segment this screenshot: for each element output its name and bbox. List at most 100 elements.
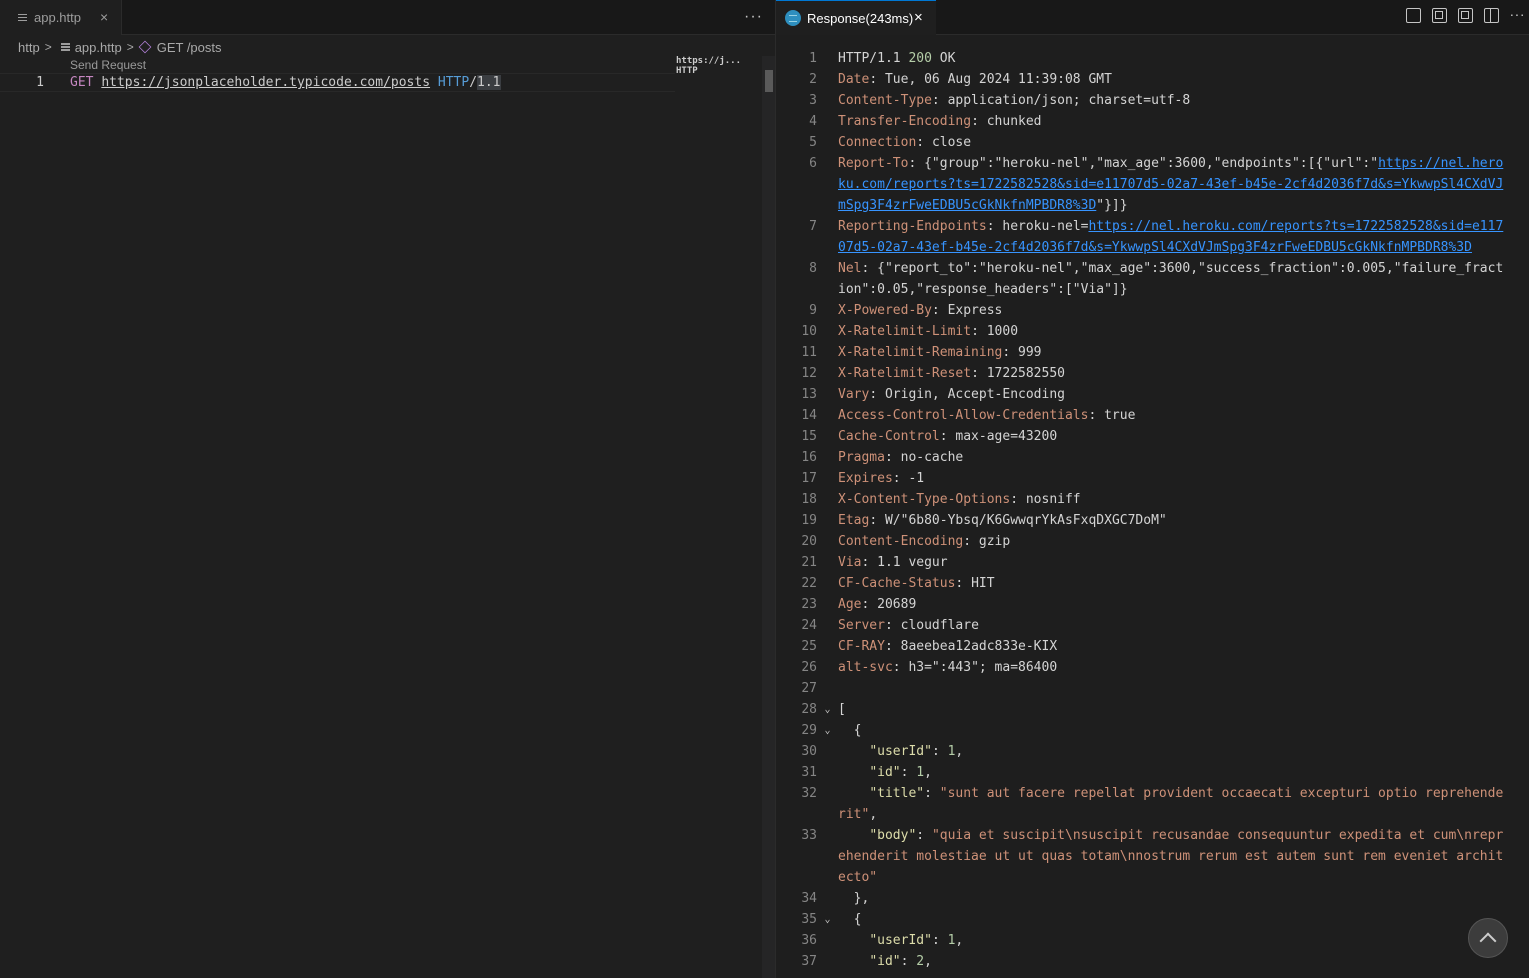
json-punct: { bbox=[838, 912, 862, 927]
gutter bbox=[817, 258, 838, 300]
header-name: X-Ratelimit-Reset bbox=[838, 366, 972, 381]
vertical-scrollbar[interactable] bbox=[762, 56, 775, 978]
json-string: "quia et suscipit\nsuscipit recusandae c… bbox=[838, 828, 1504, 885]
close-icon[interactable]: × bbox=[100, 9, 108, 25]
response-line: 24 Server: cloudflare bbox=[776, 615, 1529, 636]
request-line[interactable]: GET https://jsonplaceholder.typicode.com… bbox=[70, 75, 501, 90]
header-value: application/json; charset=utf-8 bbox=[947, 93, 1191, 108]
status-code: 200 bbox=[908, 51, 932, 66]
line-number: 14 bbox=[801, 408, 817, 423]
line-content: Pragma: no-cache bbox=[838, 447, 1508, 468]
fold-chevron-icon[interactable]: ⌄ bbox=[817, 909, 838, 930]
header-value: nosniff bbox=[1025, 492, 1081, 507]
gutter bbox=[817, 447, 838, 468]
header-colon: : bbox=[861, 261, 878, 276]
preview-icon[interactable] bbox=[1431, 8, 1447, 23]
fold-chevron-icon[interactable]: ⌄ bbox=[817, 699, 838, 720]
line-content: "title": "sunt aut facere repellat provi… bbox=[838, 783, 1508, 825]
line-number: 34 bbox=[801, 891, 817, 906]
tab-response[interactable]: Response(243ms) × bbox=[776, 0, 936, 35]
editor-line[interactable]: 1 GET https://jsonplaceholder.typicode.c… bbox=[0, 73, 675, 92]
header-value: -1 bbox=[908, 471, 925, 486]
more-actions-icon[interactable]: ··· bbox=[744, 8, 763, 26]
status-protocol: HTTP/1.1 bbox=[838, 51, 909, 66]
line-number: 36 bbox=[801, 933, 817, 948]
response-body[interactable]: 1 HTTP/1.1 200 OK 2 Date: Tue, 06 Aug 2024 … bbox=[776, 48, 1529, 972]
response-line: 35 ⌄ { bbox=[776, 909, 1529, 930]
breadcrumb-symbol[interactable]: GET /posts bbox=[157, 40, 222, 55]
line-content: Server: cloudflare bbox=[838, 615, 1508, 636]
line-content: }, bbox=[838, 888, 1508, 909]
close-icon[interactable]: × bbox=[914, 9, 923, 26]
breadcrumb-folder[interactable]: http bbox=[18, 40, 40, 55]
json-comma: , bbox=[869, 807, 878, 822]
line-content: Etag: W/"6b80-Ybsq/K6GwwqrYkAsFxqDXGC7Do… bbox=[838, 510, 1508, 531]
line-number: 20 bbox=[801, 534, 817, 549]
header-colon: : bbox=[931, 303, 948, 318]
line-number: 24 bbox=[801, 618, 817, 633]
response-line: 22 CF-Cache-Status: HIT bbox=[776, 573, 1529, 594]
response-line: 20 Content-Encoding: gzip bbox=[776, 531, 1529, 552]
breadcrumb: http > app.http > GET /posts bbox=[18, 38, 222, 56]
breadcrumb-file[interactable]: app.http bbox=[75, 40, 122, 55]
response-line: 37 "id": 2, bbox=[776, 951, 1529, 972]
scrollbar-thumb[interactable] bbox=[765, 70, 773, 92]
scroll-to-top-button[interactable] bbox=[1468, 918, 1508, 958]
save-icon[interactable] bbox=[1405, 8, 1421, 23]
line-content: Expires: -1 bbox=[838, 468, 1508, 489]
line-content: alt-svc: h3=":443"; ma=86400 bbox=[838, 657, 1508, 678]
more-icon[interactable]: ··· bbox=[1510, 7, 1526, 23]
copy-icon[interactable] bbox=[1457, 8, 1473, 23]
line-content: Transfer-Encoding: chunked bbox=[838, 111, 1508, 132]
header-colon: : bbox=[908, 156, 925, 171]
response-line: 25 CF-RAY: 8aeebea12adc833e-KIX bbox=[776, 636, 1529, 657]
symbol-cube-icon bbox=[138, 40, 152, 54]
line-content: Nel: {"report_to":"heroku-nel","max_age"… bbox=[838, 258, 1508, 300]
response-line: 16 Pragma: no-cache bbox=[776, 447, 1529, 468]
header-colon: : bbox=[955, 576, 972, 591]
line-number: 1 bbox=[36, 75, 44, 90]
gutter bbox=[817, 69, 838, 90]
fold-chevron-icon[interactable]: ⌄ bbox=[817, 720, 838, 741]
header-value: {"report_to":"heroku-nel","max_age":3600… bbox=[838, 261, 1504, 297]
line-number: 32 bbox=[801, 786, 817, 801]
json-number: 1 bbox=[916, 765, 925, 780]
header-name: X-Powered-By bbox=[838, 303, 932, 318]
header-value: cloudflare bbox=[900, 618, 979, 633]
line-number: 35 bbox=[801, 912, 817, 927]
header-colon: : bbox=[884, 618, 901, 633]
send-request-codelens[interactable]: Send Request bbox=[70, 58, 146, 72]
header-name: Etag bbox=[838, 513, 870, 528]
response-line: 6 Report-To: {"group":"heroku-nel","max_a… bbox=[776, 153, 1529, 216]
line-number: 18 bbox=[801, 492, 817, 507]
response-line: 1 HTTP/1.1 200 OK bbox=[776, 48, 1529, 69]
header-name: Report-To bbox=[838, 156, 909, 171]
header-name: X-Content-Type-Options bbox=[838, 492, 1011, 507]
split-editor-icon[interactable] bbox=[1483, 8, 1499, 23]
header-name: Nel bbox=[838, 261, 862, 276]
json-key: "userId" bbox=[869, 933, 932, 948]
line-content: Date: Tue, 06 Aug 2024 11:39:08 GMT bbox=[838, 69, 1508, 90]
line-number: 4 bbox=[809, 114, 817, 129]
header-colon: : bbox=[861, 555, 878, 570]
line-content: X-Ratelimit-Limit: 1000 bbox=[838, 321, 1508, 342]
header-name: X-Ratelimit-Limit bbox=[838, 324, 972, 339]
gutter bbox=[817, 132, 838, 153]
request-url[interactable]: https://jsonplaceholder.typicode.com/pos… bbox=[101, 75, 430, 90]
line-content: ​ bbox=[838, 678, 1508, 699]
response-line: 14 Access-Control-Allow-Credentials: true bbox=[776, 405, 1529, 426]
header-colon: : bbox=[884, 639, 901, 654]
response-line: 11 X-Ratelimit-Remaining: 999 bbox=[776, 342, 1529, 363]
response-line: 23 Age: 20689 bbox=[776, 594, 1529, 615]
header-name: Reporting-Endpoints bbox=[838, 219, 987, 234]
json-key: "title" bbox=[869, 786, 925, 801]
tab-app-http[interactable]: app.http × bbox=[0, 0, 122, 35]
response-line: 17 Expires: -1 bbox=[776, 468, 1529, 489]
gutter bbox=[817, 111, 838, 132]
json-colon: : bbox=[931, 744, 948, 759]
header-value: chunked bbox=[986, 114, 1042, 129]
header-name: alt-svc bbox=[838, 660, 893, 675]
header-colon: : bbox=[861, 597, 878, 612]
minimap[interactable]: https://j... HTTP bbox=[676, 56, 762, 76]
